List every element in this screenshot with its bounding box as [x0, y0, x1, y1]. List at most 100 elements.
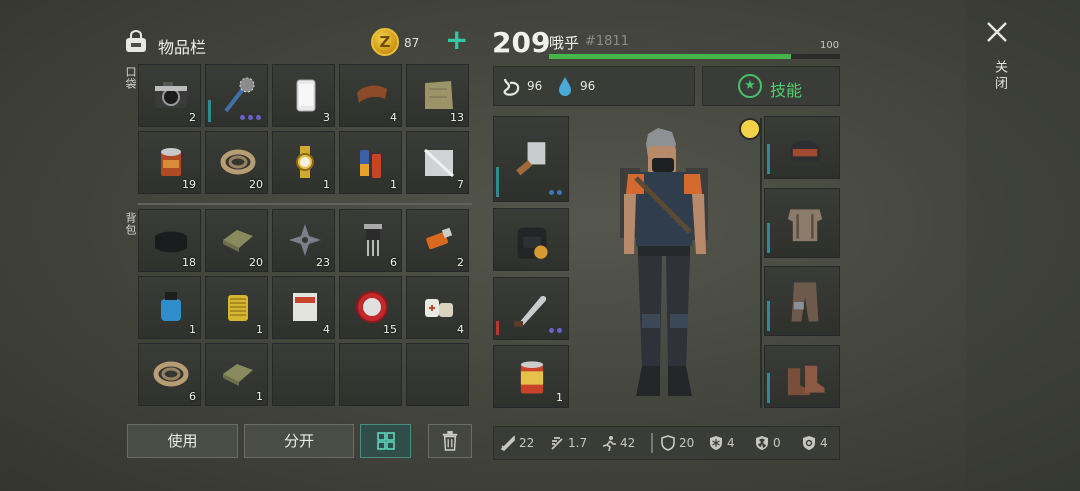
backpack-slot-empty[interactable]: [406, 343, 469, 406]
pocket-slot[interactable]: 13: [406, 64, 469, 127]
backpack-slot[interactable]: 1: [205, 276, 268, 339]
durability-bar: [767, 301, 770, 331]
leather-icon: [357, 85, 387, 103]
item-count: 1: [256, 390, 263, 403]
backpack-slot[interactable]: 15: [339, 276, 402, 339]
sort-button[interactable]: [360, 424, 411, 458]
pocket-slot[interactable]: 19: [138, 131, 201, 194]
use-button[interactable]: 使用: [127, 424, 238, 458]
wristwatch-icon: [296, 146, 314, 178]
armor-slot[interactable]: [764, 345, 840, 408]
armor-slot[interactable]: [764, 266, 840, 336]
item-count: 2: [457, 256, 464, 269]
item-count: 20: [249, 256, 263, 269]
backpack-slot[interactable]: 20: [205, 209, 268, 272]
camera-icon: [155, 82, 187, 108]
cleaver-icon: [516, 142, 546, 176]
backpack-slot[interactable]: 23: [272, 209, 335, 272]
canned-food-icon: [520, 360, 544, 394]
usb-drive-icon: [426, 227, 453, 250]
backpack-slot-empty[interactable]: [339, 343, 402, 406]
pocket-label: 口袋: [124, 66, 137, 90]
trash-icon: [442, 431, 458, 451]
item-count: 1: [189, 323, 196, 336]
attack-speed-icon: [551, 437, 563, 450]
item-count: 18: [182, 256, 196, 269]
durability-bar: [496, 321, 499, 335]
durability-bar: [208, 100, 211, 122]
weapon-slot[interactable]: [493, 277, 569, 340]
stats-separator: [651, 433, 653, 453]
backpack-slot[interactable]: 6: [138, 343, 201, 406]
backpack-slot[interactable]: 4: [272, 276, 335, 339]
item-count: 4: [457, 323, 464, 336]
pocket-slot[interactable]: 1: [272, 131, 335, 194]
water-drop-icon: [559, 77, 571, 96]
metal-plate-icon: [423, 148, 455, 178]
close-label[interactable]: 关闭: [990, 60, 1009, 92]
item-count: 1: [390, 178, 397, 191]
item-count: 15: [383, 323, 397, 336]
backpack-slot-empty[interactable]: [272, 343, 335, 406]
add-coins-button[interactable]: +: [445, 26, 468, 54]
trash-button[interactable]: [428, 424, 472, 458]
move-speed-value: 42: [620, 436, 636, 450]
body-armor-icon: [787, 209, 823, 242]
durability-bar: [767, 223, 770, 253]
spiked-club-icon: [224, 77, 255, 113]
backpack-slot[interactable]: 4: [406, 276, 469, 339]
water-value: 96: [580, 79, 596, 93]
armor-slot[interactable]: [764, 188, 840, 258]
backpack-slot[interactable]: 1: [138, 276, 201, 339]
pocket-slot[interactable]: 1: [339, 131, 402, 194]
armor-slot[interactable]: [764, 116, 840, 179]
bottle-cap-icon: [356, 291, 388, 323]
bandage-icon: [425, 299, 453, 317]
backpack-slot[interactable]: 2: [406, 209, 469, 272]
split-button[interactable]: 分开: [244, 424, 354, 458]
bag-icon: [126, 30, 146, 52]
hp-fill: [549, 54, 791, 59]
fabric-icon: [223, 230, 253, 252]
tin-can-icon: [161, 148, 181, 176]
pocket-slot[interactable]: 20: [205, 131, 268, 194]
durability-bar: [767, 144, 770, 174]
transistor-icon: [364, 224, 382, 256]
item-count: 2: [189, 111, 196, 124]
rarity-dots: [549, 190, 562, 195]
helmet-icon: [790, 139, 820, 161]
emote-icon[interactable]: [739, 118, 761, 140]
cloth-icon: [425, 81, 453, 109]
pocket-slot[interactable]: 4: [339, 64, 402, 127]
running-icon: [602, 436, 616, 451]
backpack-slot[interactable]: 6: [339, 209, 402, 272]
weapon-slot[interactable]: [493, 116, 569, 202]
backpack-slot[interactable]: 1: [205, 343, 268, 406]
item-count: 7: [457, 178, 464, 191]
radiation-stat: 0: [754, 435, 781, 451]
biohazard-icon: [803, 436, 815, 450]
move-speed-stat: 42: [601, 435, 635, 451]
equipment-divider: [760, 118, 762, 408]
item-count: 19: [182, 178, 196, 191]
close-icon[interactable]: [985, 20, 1009, 44]
bio-value: 4: [820, 436, 828, 450]
durability-bar: [767, 373, 770, 403]
batteries-icon: [360, 150, 381, 178]
pocket-slot[interactable]: [205, 64, 268, 127]
backpack-slot[interactable]: 18: [138, 209, 201, 272]
player-level: 209: [492, 26, 551, 59]
fabric-icon: [223, 364, 253, 386]
coin-icon: Z: [371, 28, 399, 56]
item-count: 4: [390, 111, 397, 124]
item-count: 6: [189, 390, 196, 403]
pocket-slot[interactable]: 7: [406, 131, 469, 194]
item-count: 3: [323, 111, 330, 124]
weapon-slot[interactable]: 1: [493, 345, 569, 408]
pocket-slot[interactable]: 2: [138, 64, 201, 127]
item-count: 20: [249, 178, 263, 191]
weapon-slot[interactable]: [493, 208, 569, 271]
grid-icon: [376, 432, 395, 450]
hp-bar: [549, 54, 840, 59]
pocket-slot[interactable]: 3: [272, 64, 335, 127]
